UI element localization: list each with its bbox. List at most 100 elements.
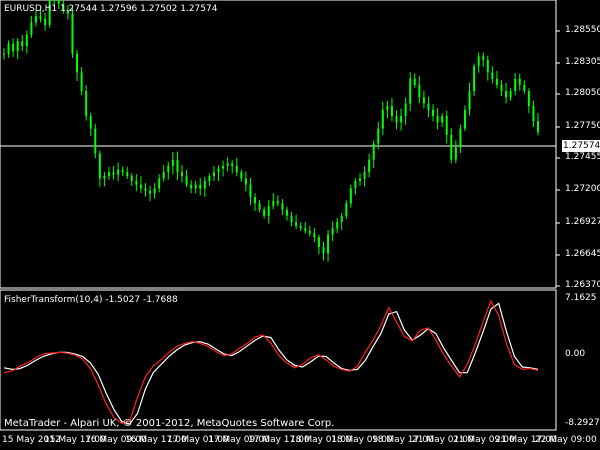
price-axis-label: 1.27750 — [565, 121, 600, 131]
copyright-text: MetaTrader - Alpari UK, © 2001-2012, Met… — [4, 418, 335, 429]
fisher-indicator — [3, 299, 539, 425]
candle-body — [171, 159, 174, 166]
candle-body — [359, 178, 361, 181]
indicator-axis-label: 0.00 — [565, 349, 586, 359]
candle-body — [290, 215, 293, 223]
candle-body — [418, 84, 421, 98]
price-axis-label: 1.27455 — [565, 152, 600, 162]
candle-body — [267, 205, 270, 216]
candle-body — [486, 59, 489, 73]
candle-body — [34, 16, 37, 23]
candle-body — [158, 178, 161, 189]
price-axis-label: 1.28050 — [565, 88, 600, 98]
candle-body — [103, 175, 106, 179]
axis-ticks — [556, 30, 560, 287]
candle-body — [381, 109, 384, 129]
candle-body — [454, 147, 457, 160]
candle-body — [386, 106, 389, 110]
candle-body — [217, 168, 220, 173]
price-axis-label: 1.26927 — [565, 217, 600, 227]
candle-body — [477, 56, 480, 67]
candle-body — [153, 188, 156, 194]
candle-body — [167, 165, 170, 173]
candle-body — [272, 200, 275, 206]
candle-body — [121, 169, 124, 173]
candle-body — [331, 228, 334, 235]
candle-body — [281, 203, 284, 210]
candle-body — [327, 234, 330, 254]
candle-body — [445, 116, 448, 135]
candle-body — [149, 190, 152, 194]
candle-body — [3, 53, 5, 55]
time-axis-label: 22 May 09:00 — [535, 435, 597, 445]
candle-body — [532, 106, 535, 122]
candle-body — [190, 184, 193, 189]
candle-body — [71, 13, 74, 54]
candle-body — [527, 91, 530, 107]
indicator-axis-label: -8.2927 — [565, 418, 600, 428]
candle-body — [441, 116, 444, 123]
candle-body — [12, 43, 15, 52]
candle-body — [176, 159, 179, 173]
chart-canvas — [0, 0, 560, 431]
candle-body — [194, 184, 197, 189]
candle-body — [107, 172, 110, 176]
candle-body — [436, 116, 439, 123]
candle-body — [390, 106, 393, 117]
candle-body — [518, 78, 521, 85]
candle-body — [21, 41, 24, 47]
candle-body — [44, 18, 47, 25]
candle-body — [354, 180, 357, 189]
candle-body — [130, 175, 133, 181]
candle-body — [299, 225, 302, 229]
candle-body — [317, 237, 320, 248]
candle-body — [7, 43, 10, 54]
fisher-main-line — [3, 299, 539, 424]
candle-body — [254, 197, 257, 204]
candle-body — [162, 172, 165, 179]
candle-body — [263, 209, 266, 216]
candle-body — [98, 153, 101, 179]
candle-body — [413, 78, 416, 85]
chart-frame — [0, 0, 557, 431]
indicator-title: FisherTransform(10,4) -1.5027 -1.7688 — [4, 295, 178, 305]
candle-body — [30, 22, 33, 35]
candle-body — [377, 128, 380, 144]
candle-body — [409, 78, 412, 104]
candle-body — [126, 172, 129, 176]
candle-body — [76, 53, 79, 73]
price-axis-label: 1.28305 — [565, 57, 600, 67]
candle-body — [450, 134, 453, 160]
candle-body — [80, 72, 83, 92]
candle-body — [39, 16, 42, 19]
candle-body — [135, 180, 138, 185]
current-price-tag: 1.27574 — [562, 140, 600, 152]
candle-body — [208, 175, 211, 181]
candle-body — [368, 159, 371, 173]
candle-body — [523, 84, 526, 92]
candle-body — [349, 188, 352, 204]
candle-body — [491, 72, 494, 79]
candle-body — [212, 172, 215, 176]
candle-body — [459, 128, 462, 148]
candle-body — [468, 91, 471, 110]
candle-body — [432, 109, 435, 117]
candle-body — [427, 103, 430, 110]
candle-body — [313, 233, 316, 238]
candle-body — [463, 109, 466, 129]
candle-body — [235, 165, 238, 173]
candle-body — [185, 175, 188, 185]
candle-body — [240, 172, 243, 179]
candle-body — [203, 180, 206, 189]
candle-body — [249, 184, 252, 198]
candle-body — [139, 184, 142, 189]
candle-body — [509, 91, 512, 98]
candle-body — [244, 178, 247, 185]
candle-body — [199, 184, 202, 189]
candle-body — [505, 91, 508, 98]
price-candles — [3, 0, 539, 262]
candle-body — [308, 230, 311, 234]
candle-body — [144, 188, 147, 191]
candle-body — [16, 41, 19, 52]
candle-body — [181, 172, 183, 176]
